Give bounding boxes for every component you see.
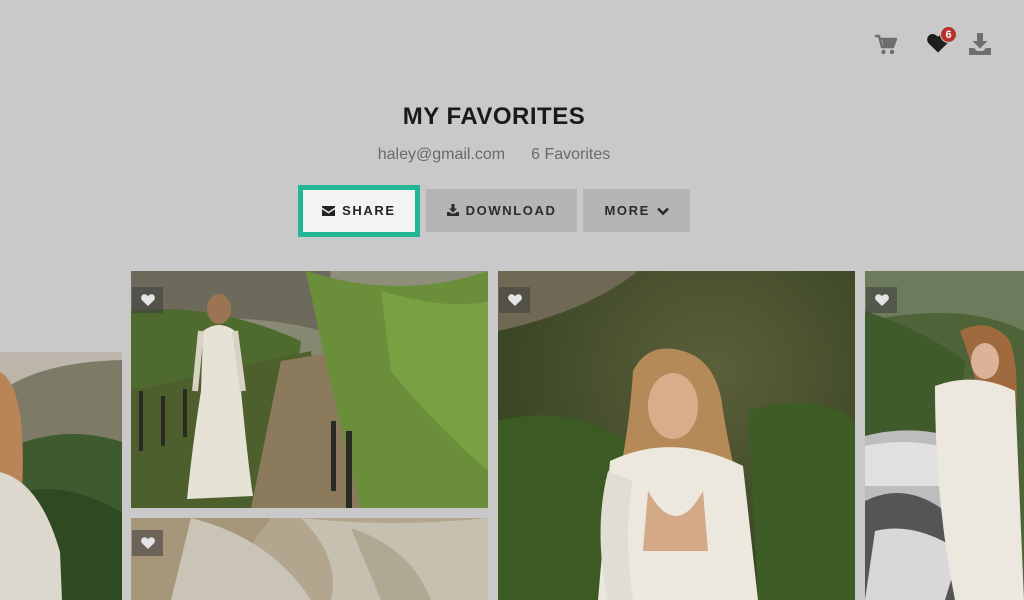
- gallery-photo[interactable]: [498, 271, 855, 600]
- heart-icon: [140, 537, 155, 550]
- more-dropdown-button[interactable]: MORE: [583, 189, 690, 232]
- favorites-count: 6 Favorites: [531, 146, 611, 163]
- envelope-icon: [322, 206, 336, 216]
- cart-icon[interactable]: [874, 34, 902, 66]
- user-email: haley@gmail.com: [377, 146, 506, 163]
- action-bar: SHARE DOWNLOAD MORE: [0, 185, 988, 237]
- favorite-toggle[interactable]: [499, 287, 530, 313]
- heart-icon: [874, 294, 889, 307]
- photo-bride-in-vineyard-row: [131, 271, 488, 508]
- favorite-toggle[interactable]: [132, 287, 163, 313]
- download-button[interactable]: DOWNLOAD: [425, 189, 578, 232]
- photo-bride-back-lace-dress: [498, 271, 855, 600]
- favorites-count-badge: 6: [940, 26, 957, 43]
- download-all-icon[interactable]: [968, 32, 996, 64]
- photo-bride-hills: [0, 352, 122, 600]
- share-button-label: SHARE: [342, 203, 396, 218]
- photo-bride-by-vintage-car: [865, 271, 1024, 600]
- heart-icon: [507, 294, 522, 307]
- favorite-toggle[interactable]: [132, 530, 163, 556]
- download-button-label: DOWNLOAD: [465, 203, 557, 218]
- download-icon: [446, 204, 459, 216]
- gallery-photo[interactable]: [131, 271, 488, 508]
- share-button[interactable]: SHARE: [298, 185, 420, 237]
- more-button-label: MORE: [604, 203, 650, 218]
- heart-icon: [140, 294, 155, 307]
- chevron-down-icon: [656, 207, 669, 216]
- favorite-toggle[interactable]: [866, 287, 897, 313]
- page-title: MY FAVORITES: [402, 103, 586, 130]
- gallery-photo[interactable]: [0, 352, 122, 600]
- favorites-heart-icon[interactable]: 6: [926, 26, 957, 64]
- gallery-photo[interactable]: [131, 518, 488, 600]
- gallery-photo[interactable]: [865, 271, 1024, 600]
- photo-lace-dress-closeup: [131, 518, 488, 600]
- favorites-meta: haley@gmail.com 6 Favorites: [0, 146, 988, 164]
